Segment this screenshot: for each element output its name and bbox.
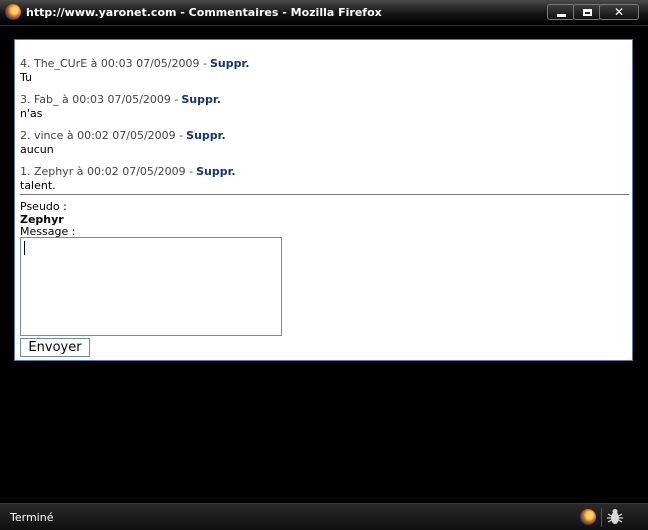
- close-icon: ✕: [613, 5, 625, 19]
- send-button[interactable]: Envoyer: [20, 338, 90, 357]
- pseudo-label: Pseudo :: [20, 200, 67, 213]
- comment-meta: 4. The_CUrE à 00:03 07/05/2009 - Suppr.: [20, 57, 250, 70]
- delete-link[interactable]: Suppr.: [210, 57, 250, 70]
- maximize-button[interactable]: [573, 4, 601, 20]
- title-bar: http://www.yaronet.com - Commentaires - …: [0, 0, 648, 26]
- comment-item: 4. The_CUrE à 00:03 07/05/2009 - Suppr. T…: [20, 57, 250, 84]
- close-button[interactable]: ✕: [599, 4, 639, 20]
- delete-link[interactable]: Suppr.: [181, 93, 221, 106]
- comment-author-date: 3. Fab_ à 00:03 07/05/2009 -: [20, 93, 179, 106]
- minimize-icon: [556, 13, 566, 17]
- window-title: http://www.yaronet.com - Commentaires - …: [26, 6, 382, 19]
- comments-panel: 4. The_CUrE à 00:03 07/05/2009 - Suppr. T…: [14, 39, 633, 361]
- comment-text: n'as: [20, 107, 43, 120]
- maximize-icon: [582, 8, 592, 16]
- comment-text: aucun: [20, 143, 54, 156]
- firefox-icon: [5, 4, 21, 20]
- comment-item: 3. Fab_ à 00:03 07/05/2009 - Suppr. n'as: [20, 93, 221, 120]
- status-bar: Terminé: [0, 503, 648, 530]
- delete-link[interactable]: Suppr.: [186, 129, 226, 142]
- comment-meta: 2. vince à 00:02 07/05/2009 - Suppr.: [20, 129, 226, 142]
- comment-text: talent.: [20, 179, 56, 192]
- comment-item: 2. vince à 00:02 07/05/2009 - Suppr. aucu…: [20, 129, 226, 156]
- comment-meta: 1. Zephyr à 00:02 07/05/2009 - Suppr.: [20, 165, 236, 178]
- delete-link[interactable]: Suppr.: [196, 165, 236, 178]
- status-text: Terminé: [10, 511, 54, 524]
- comment-meta: 3. Fab_ à 00:03 07/05/2009 - Suppr.: [20, 93, 221, 106]
- comment-author-date: 1. Zephyr à 00:02 07/05/2009 -: [20, 165, 194, 178]
- divider: [20, 194, 629, 195]
- bug-icon[interactable]: [606, 507, 624, 527]
- comment-author-date: 4. The_CUrE à 00:03 07/05/2009 -: [20, 57, 207, 70]
- firefox-icon[interactable]: [580, 509, 596, 525]
- comment-author-date: 2. vince à 00:02 07/05/2009 -: [20, 129, 184, 142]
- minimize-button[interactable]: [547, 4, 575, 20]
- message-input[interactable]: [20, 237, 282, 336]
- status-separator: [601, 508, 602, 527]
- text-caret: [24, 241, 25, 255]
- comment-item: 1. Zephyr à 00:02 07/05/2009 - Suppr. tal…: [20, 165, 236, 192]
- comment-text: Tu: [20, 71, 33, 84]
